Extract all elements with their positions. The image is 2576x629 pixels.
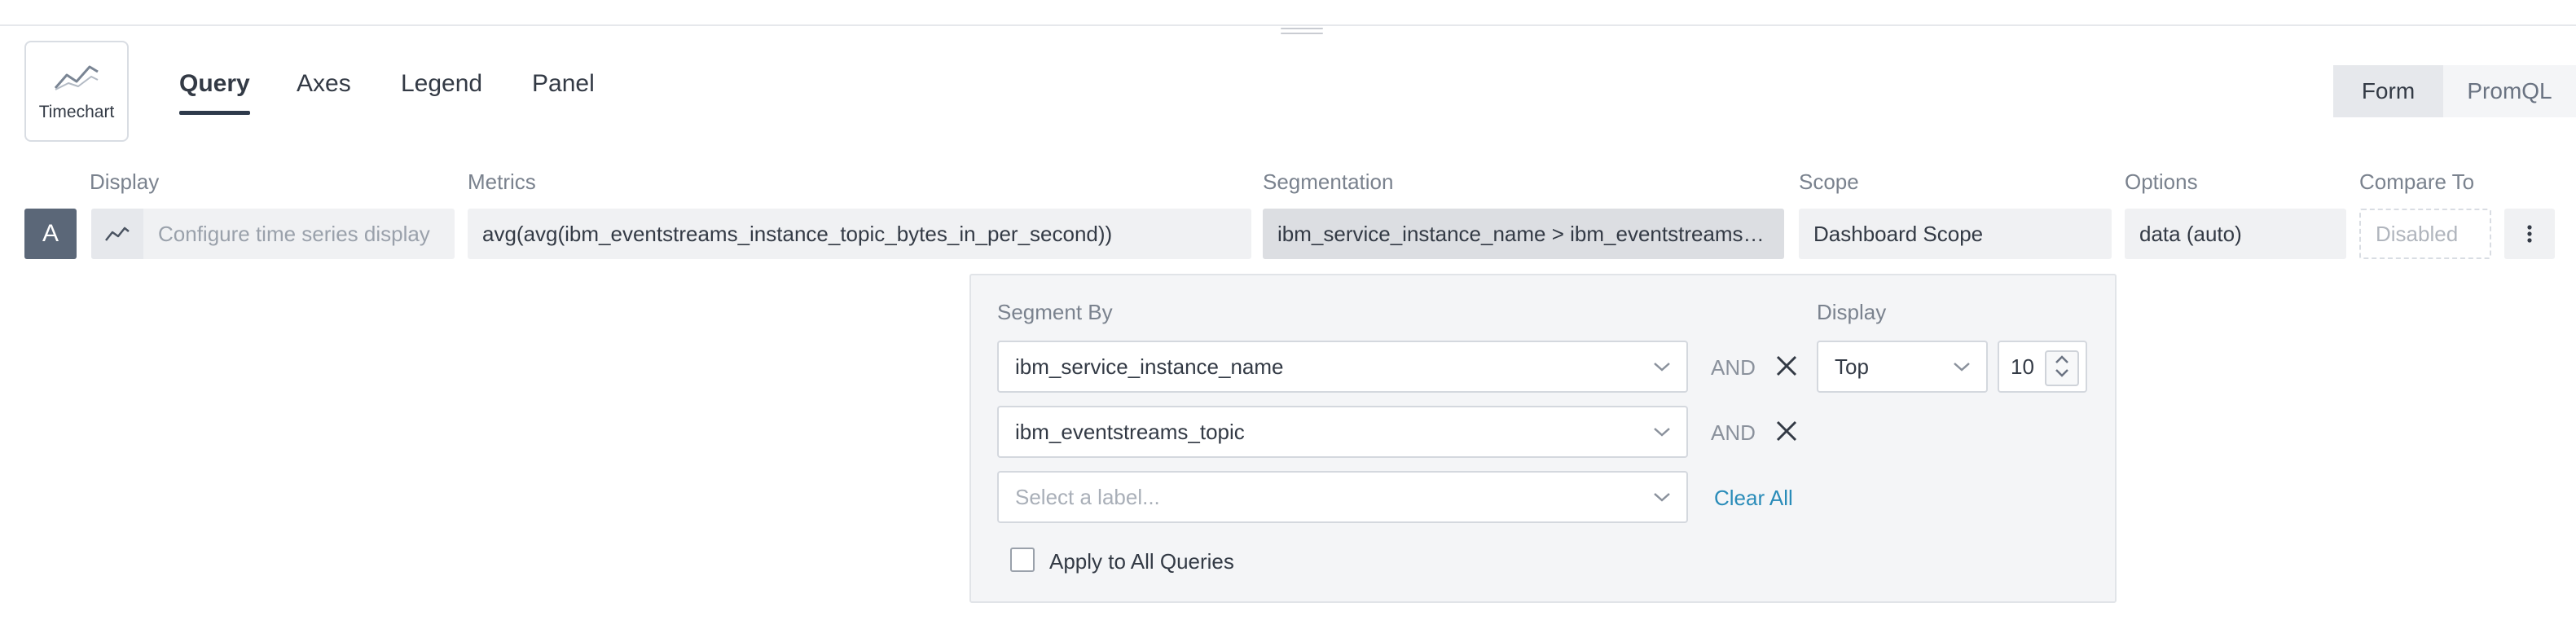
segmentation-field[interactable]: ibm_service_instance_name > ibm_eventstr… — [1263, 209, 1784, 259]
clear-all-link[interactable]: Clear All — [1714, 486, 1793, 511]
column-header-options: Options — [2125, 169, 2198, 194]
and-label: AND — [1711, 355, 1756, 380]
stepper-up-icon[interactable] — [2046, 352, 2077, 367]
segment-select[interactable]: ibm_eventstreams_topic — [997, 406, 1688, 458]
segment-by-label: Segment By — [997, 300, 1113, 324]
display-mode-select[interactable]: Top — [1817, 341, 1988, 393]
display-mode-value: Top — [1835, 354, 1869, 379]
display-label: Display — [1817, 300, 1887, 324]
promql-mode-button[interactable]: PromQL — [2443, 65, 2576, 117]
query-letter-badge[interactable]: A — [24, 209, 77, 259]
chart-type-selector[interactable]: Timechart — [24, 41, 129, 142]
display-limit-stepper[interactable]: 10 — [1998, 341, 2087, 393]
display-field[interactable]: Configure time series display — [143, 209, 455, 259]
segment-select[interactable]: ibm_service_instance_name — [997, 341, 1688, 393]
add-segment-placeholder: Select a label... — [1015, 484, 1160, 509]
compare-to-field[interactable]: Disabled — [2359, 209, 2491, 259]
display-type-button[interactable] — [91, 209, 143, 259]
chevron-down-icon — [1654, 428, 1670, 437]
metrics-field[interactable]: avg(avg(ibm_eventstreams_instance_topic_… — [468, 209, 1251, 259]
options-field[interactable]: data (auto) — [2125, 209, 2346, 259]
segmentation-popover: Segment By Display ibm_service_instance_… — [969, 274, 2117, 603]
line-chart-icon — [105, 227, 130, 241]
chart-type-label: Timechart — [38, 103, 115, 121]
remove-segment-icon[interactable] — [1774, 419, 1799, 443]
segmentation-value: ibm_service_instance_name > ibm_eventstr… — [1277, 221, 1766, 246]
chevron-down-icon — [1654, 363, 1670, 372]
segment-value: ibm_eventstreams_topic — [1015, 419, 1245, 444]
tab-axes[interactable]: Axes — [297, 70, 351, 112]
display-limit-value: 10 — [2011, 354, 2034, 379]
form-mode-button[interactable]: Form — [2333, 65, 2443, 117]
chevron-down-icon — [1954, 363, 1970, 372]
top-divider — [0, 24, 2576, 26]
column-header-compare-to: Compare To — [2359, 169, 2475, 194]
column-header-scope: Scope — [1799, 169, 1859, 194]
chevron-down-icon — [1654, 493, 1670, 502]
tab-panel[interactable]: Panel — [532, 70, 595, 112]
resize-handle[interactable] — [1281, 28, 1323, 36]
tab-query[interactable]: Query — [179, 70, 250, 115]
stepper-arrows[interactable] — [2045, 350, 2079, 386]
query-mode-toggle: Form PromQL — [2333, 65, 2576, 117]
remove-segment-icon[interactable] — [1774, 354, 1799, 378]
apply-to-all-checkbox[interactable] — [1010, 548, 1035, 572]
and-label: AND — [1711, 420, 1756, 445]
stepper-down-icon[interactable] — [2046, 367, 2077, 381]
segment-value: ibm_service_instance_name — [1015, 354, 1284, 379]
tab-legend[interactable]: Legend — [401, 70, 482, 112]
column-header-segmentation: Segmentation — [1263, 169, 1394, 194]
more-vertical-icon — [2527, 225, 2532, 243]
apply-to-all-label[interactable]: Apply to All Queries — [1049, 549, 1234, 574]
query-menu-button[interactable] — [2504, 209, 2555, 259]
column-header-display: Display — [90, 169, 160, 194]
line-chart-icon — [54, 65, 99, 90]
scope-field[interactable]: Dashboard Scope — [1799, 209, 2112, 259]
add-segment-select[interactable]: Select a label... — [997, 471, 1688, 523]
column-header-metrics: Metrics — [468, 169, 536, 194]
